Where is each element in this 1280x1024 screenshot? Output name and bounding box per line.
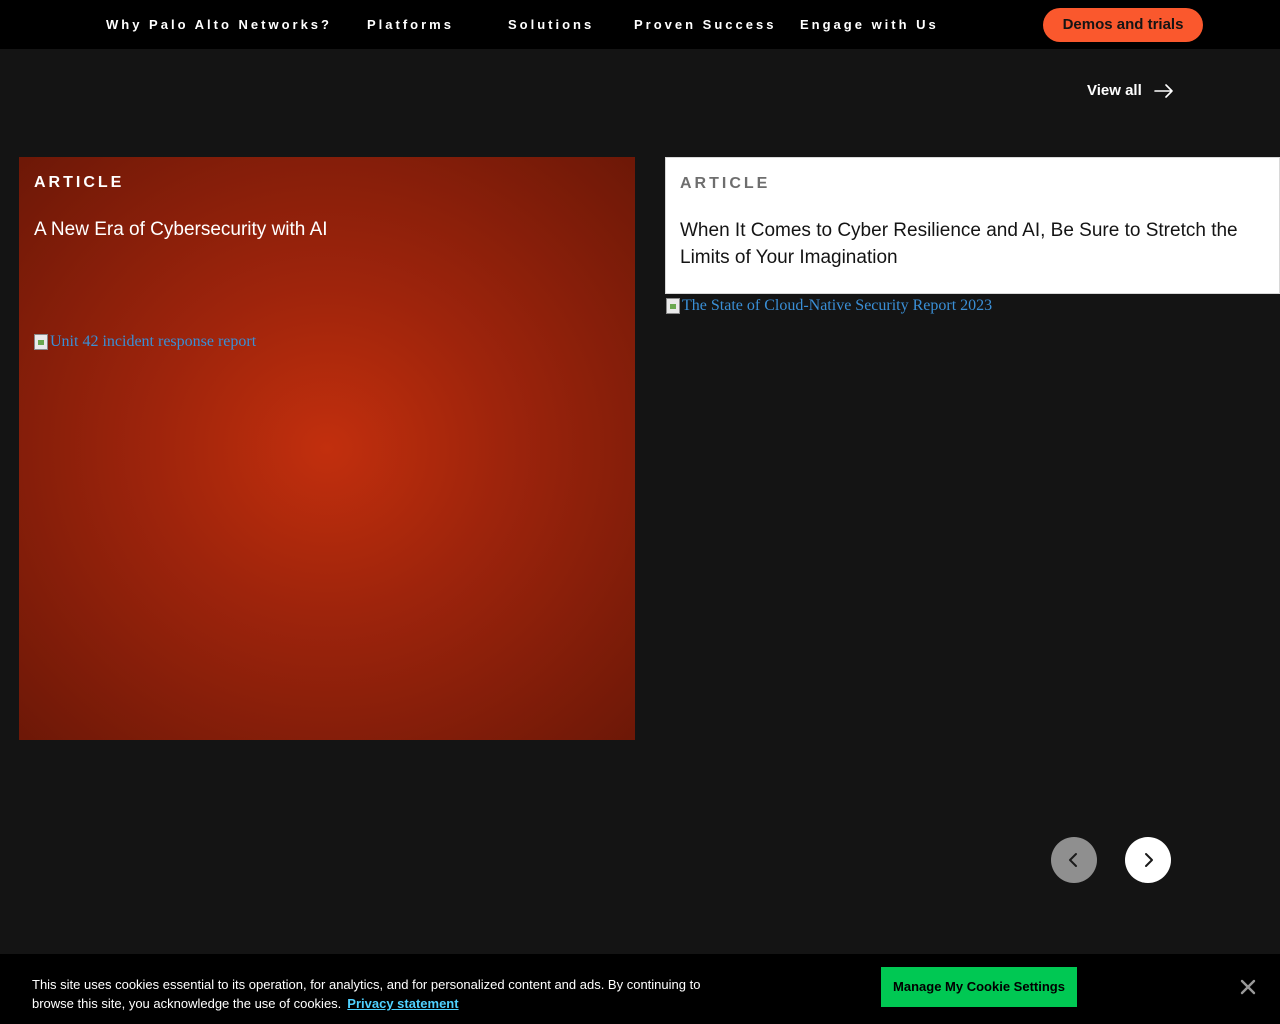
carousel-next-button[interactable] (1125, 837, 1171, 883)
chevron-left-icon (1069, 853, 1077, 867)
card-eyebrow: ARTICLE (34, 174, 125, 191)
cookie-banner: This site uses cookies essential to its … (0, 954, 1280, 1024)
card-image-alt: Unit 42 incident response report (50, 333, 257, 350)
chevron-right-icon (1145, 853, 1153, 867)
card-title: A New Era of Cybersecurity with AI (34, 219, 328, 240)
demos-and-trials-button[interactable]: Demos and trials (1043, 8, 1203, 42)
nav-item-solutions[interactable]: Solutions (508, 17, 594, 32)
card-image[interactable]: Unit 42 incident response report (34, 333, 256, 351)
top-navigation: Why Palo Alto Networks? Platforms Soluti… (0, 0, 1280, 49)
close-icon[interactable] (1238, 977, 1258, 997)
arrow-right-icon (1153, 83, 1173, 98)
card-image[interactable]: The State of Cloud-Native Security Repor… (666, 297, 992, 315)
nav-item-platforms[interactable]: Platforms (367, 17, 454, 32)
card-eyebrow: ARTICLE (680, 175, 771, 192)
view-all-label: View all (1087, 82, 1142, 99)
article-card-ai-era[interactable]: ARTICLE A New Era of Cybersecurity with … (19, 157, 635, 740)
view-all-link[interactable]: View all (1087, 82, 1174, 99)
nav-item-why-palo-alto[interactable]: Why Palo Alto Networks? (106, 17, 332, 32)
privacy-statement-link[interactable]: Privacy statement (347, 996, 458, 1011)
manage-cookie-settings-button[interactable]: Manage My Cookie Settings (881, 967, 1077, 1007)
card-title: When It Comes to Cyber Resilience and AI… (680, 220, 1238, 268)
carousel-prev-button[interactable] (1051, 837, 1097, 883)
article-card-cyber-resilience[interactable]: ARTICLE When It Comes to Cyber Resilienc… (665, 157, 1280, 294)
card-image-alt: The State of Cloud-Native Security Repor… (682, 297, 993, 314)
nav-item-engage-with-us[interactable]: Engage with Us (800, 17, 939, 32)
nav-item-proven-success[interactable]: Proven Success (634, 17, 776, 32)
broken-image-icon (34, 334, 48, 350)
broken-image-icon (666, 298, 680, 314)
cookie-message: This site uses cookies essential to its … (32, 975, 732, 1013)
